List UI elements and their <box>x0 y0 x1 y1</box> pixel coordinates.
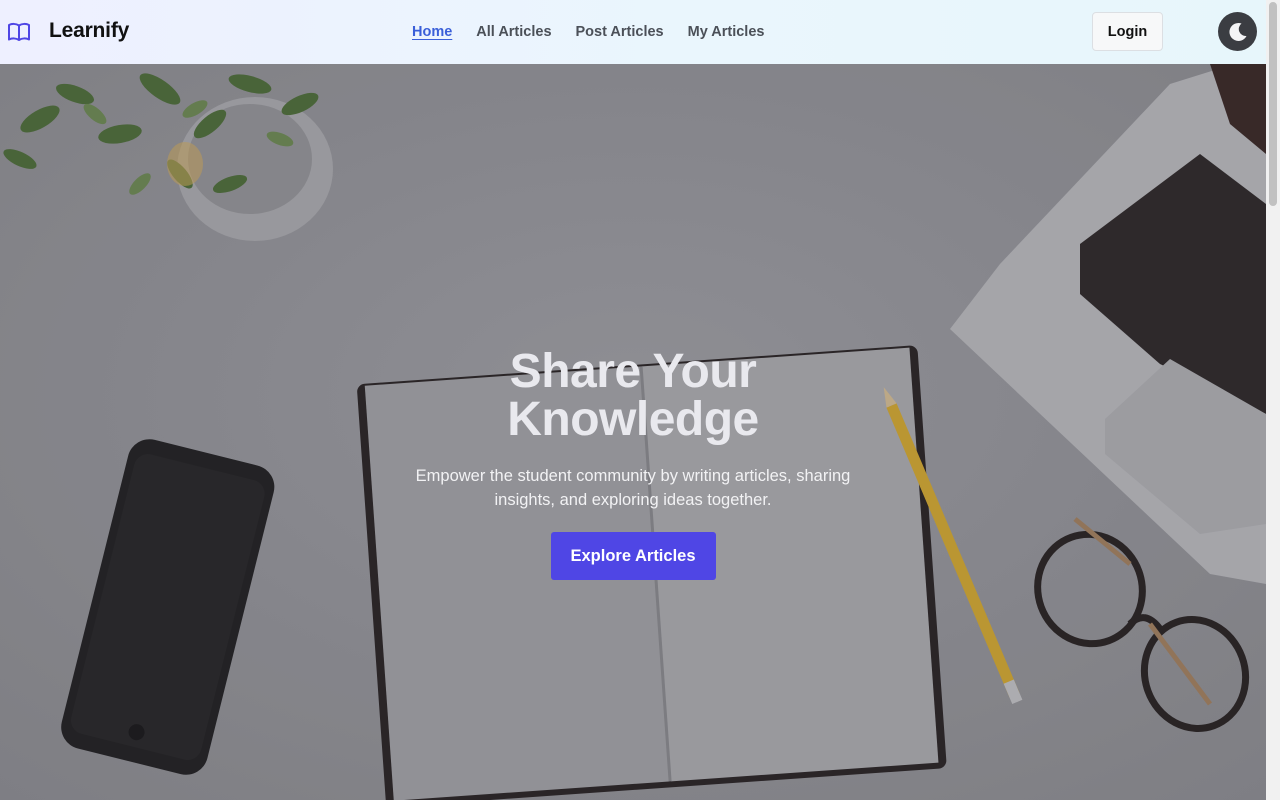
brand-name[interactable]: Learnify <box>49 19 129 43</box>
nav-link-my-articles[interactable]: My Articles <box>688 24 765 40</box>
hero-subtitle: Empower the student community by writing… <box>415 467 851 509</box>
scrollbar-thumb[interactable] <box>1269 2 1277 206</box>
moon-icon <box>1228 22 1246 41</box>
theme-toggle-button[interactable] <box>1218 12 1257 51</box>
hero-section: Share Your Knowledge Empower the student… <box>0 64 1266 800</box>
hero-title: Share Your Knowledge <box>507 345 759 446</box>
nav-links: Home All Articles Post Articles My Artic… <box>412 24 764 40</box>
nav-link-all-articles[interactable]: All Articles <box>476 24 551 40</box>
navbar: Learnify Home All Articles Post Articles… <box>0 0 1266 64</box>
explore-articles-button[interactable]: Explore Articles <box>550 532 716 580</box>
hero-content: Share Your Knowledge Empower the student… <box>0 348 1266 580</box>
login-button[interactable]: Login <box>1092 12 1163 51</box>
nav-link-home[interactable]: Home <box>412 24 452 40</box>
nav-link-post-articles[interactable]: Post Articles <box>576 24 664 40</box>
open-book-icon <box>8 22 30 41</box>
